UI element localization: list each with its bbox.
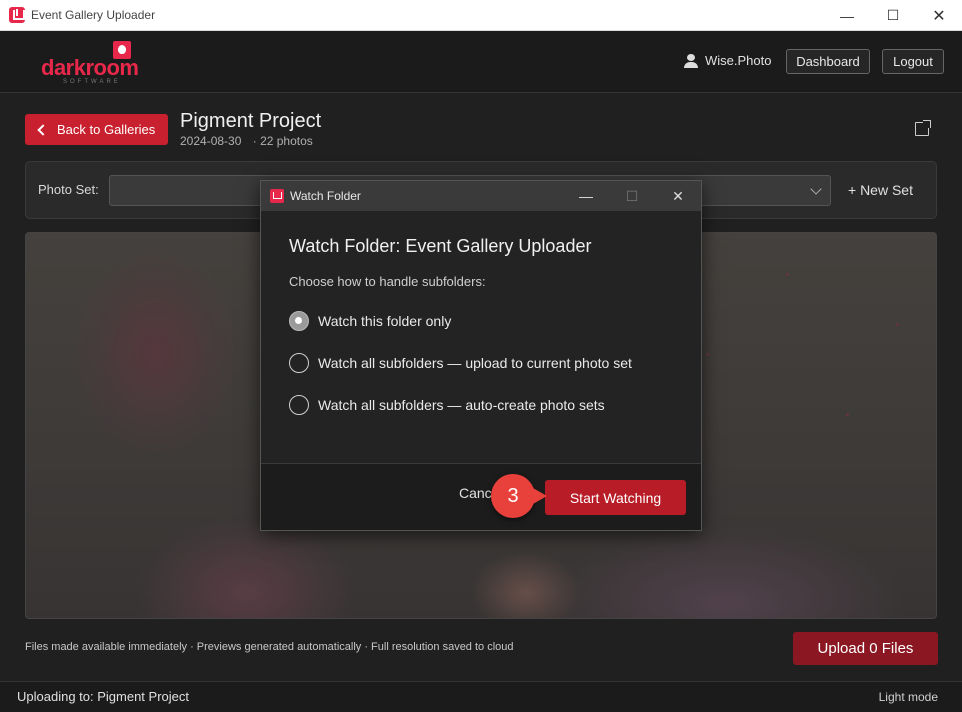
option-label: Watch all subfolders — auto-create photo… bbox=[318, 397, 605, 413]
app-header: darkroom SOFTWARE Wise.Photo Dashboard L… bbox=[0, 31, 962, 93]
maximize-icon[interactable]: ☐ bbox=[870, 0, 916, 31]
radio-unchecked[interactable] bbox=[289, 395, 309, 415]
dialog-heading: Watch Folder: Event Gallery Uploader bbox=[289, 236, 592, 256]
dialog-minimize-icon[interactable]: — bbox=[563, 181, 609, 211]
step-number-badge: 3 bbox=[491, 474, 547, 518]
window-title: Event Gallery Uploader bbox=[31, 8, 156, 22]
dialog-maximize-icon: ☐ bbox=[625, 187, 639, 204]
watch-folder-dialog: Watch Folder — ☐ ✕ Watch Folder: Event G… bbox=[260, 180, 702, 531]
logo-wordmark: darkroom bbox=[41, 55, 139, 80]
chevron-down-icon bbox=[810, 183, 822, 195]
upload-hint: Files made available immediately · Previ… bbox=[25, 641, 514, 653]
logo-subtext: SOFTWARE bbox=[63, 79, 121, 85]
dialog-subheading: Choose how to handle subfolders: bbox=[289, 274, 486, 289]
option-subfolders-current-set[interactable]: Watch all subfolders — upload to current… bbox=[289, 353, 632, 373]
dashboard-button[interactable]: Dashboard bbox=[786, 49, 870, 74]
light-mode-toggle[interactable]: Light mode bbox=[879, 690, 938, 704]
external-link-icon[interactable] bbox=[915, 120, 931, 136]
gallery-date: 2024-08-30 bbox=[180, 134, 242, 148]
user-info: Wise.Photo bbox=[684, 53, 771, 68]
dialog-footer: Cancel Start Watching bbox=[261, 463, 701, 530]
upload-files-button[interactable]: Upload 0 Files bbox=[793, 632, 938, 665]
gallery-title: Pigment Project bbox=[180, 110, 322, 132]
upload-app-icon bbox=[9, 7, 25, 23]
upload-app-icon bbox=[270, 189, 284, 203]
new-set-button[interactable]: + New Set bbox=[848, 182, 913, 198]
logout-button[interactable]: Logout bbox=[882, 49, 944, 74]
window-titlebar: Event Gallery Uploader — ☐ ✕ bbox=[0, 0, 962, 31]
option-label: Watch this folder only bbox=[318, 313, 452, 329]
darkroom-logo: darkroom SOFTWARE bbox=[41, 41, 139, 85]
option-subfolders-auto-create[interactable]: Watch all subfolders — auto-create photo… bbox=[289, 395, 605, 415]
dialog-window-title: Watch Folder bbox=[290, 189, 361, 203]
option-label: Watch all subfolders — upload to current… bbox=[318, 355, 632, 371]
dialog-close-icon[interactable]: ✕ bbox=[655, 181, 701, 211]
user-icon bbox=[684, 53, 698, 68]
uploading-to-text: Uploading to: Pigment Project bbox=[17, 689, 189, 704]
gallery-meta: 2024-08-30 · 22 photos bbox=[180, 134, 321, 148]
photo-set-label: Photo Set: bbox=[38, 182, 99, 197]
back-to-galleries-button[interactable]: Back to Galleries bbox=[25, 114, 168, 145]
radio-unchecked[interactable] bbox=[289, 353, 309, 373]
gallery-photo-count: · 22 photos bbox=[252, 134, 313, 148]
user-name: Wise.Photo bbox=[705, 53, 772, 68]
back-button-label: Back to Galleries bbox=[57, 122, 156, 137]
close-icon[interactable]: ✕ bbox=[916, 0, 962, 31]
radio-checked[interactable] bbox=[289, 311, 309, 331]
start-watching-button[interactable]: Start Watching bbox=[545, 480, 686, 515]
dialog-titlebar: Watch Folder — ☐ ✕ bbox=[261, 181, 701, 211]
option-watch-folder-only[interactable]: Watch this folder only bbox=[289, 311, 451, 331]
chevron-left-icon bbox=[37, 123, 49, 136]
status-bar: Uploading to: Pigment Project Light mode bbox=[0, 681, 962, 712]
minimize-icon[interactable]: — bbox=[824, 0, 870, 31]
